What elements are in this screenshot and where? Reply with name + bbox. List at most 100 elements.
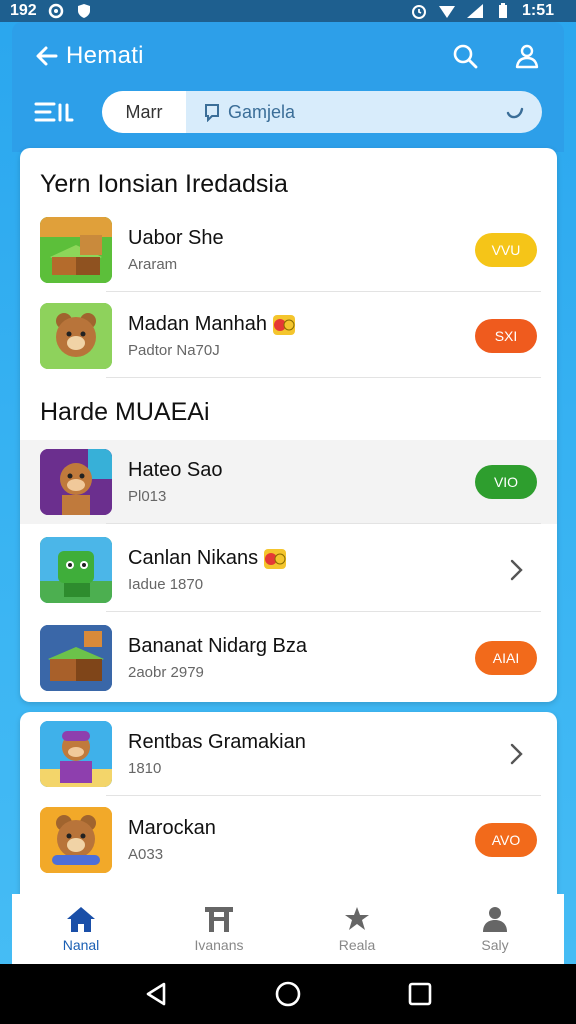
- divider: [106, 377, 541, 378]
- item-title-wrap: Canlan Nikans: [128, 547, 287, 570]
- item-action-button[interactable]: AVO: [475, 823, 537, 857]
- list-item[interactable]: Hateo Sao Pl013 VIO: [20, 440, 557, 524]
- category-segment[interactable]: Marr: [102, 91, 186, 133]
- app-bar: Hemati Marr: [12, 22, 564, 152]
- alarm-icon: [410, 2, 428, 20]
- item-title: Rentbas Gramakian: [128, 731, 306, 753]
- back-button[interactable]: [32, 41, 62, 71]
- profile-button[interactable]: [510, 39, 544, 73]
- chevron-right-icon[interactable]: [505, 558, 529, 582]
- list-item-text: Uabor She Araram: [128, 227, 224, 273]
- nav-label: Ivanans: [194, 937, 244, 953]
- list-item[interactable]: Bananat Nidarg Bza 2aobr 2979 AIAI: [20, 616, 557, 700]
- search-button[interactable]: [448, 39, 482, 73]
- nav-item-profile[interactable]: Saly: [426, 894, 564, 964]
- square-recents-icon: [408, 982, 432, 1006]
- item-title: Uabor She: [128, 227, 224, 249]
- search-input[interactable]: [228, 101, 498, 123]
- list-item-text: Hateo Sao Pl013: [128, 459, 223, 505]
- bottom-nav: Nanal Ivanans Reala Saly: [12, 894, 564, 964]
- nav-item-gate[interactable]: Ivanans: [150, 894, 288, 964]
- divider: [106, 795, 541, 796]
- item-action-button[interactable]: SXI: [475, 319, 537, 353]
- item-subtitle: Pl013: [128, 488, 167, 505]
- divider: [106, 611, 541, 612]
- sync-icon: [47, 2, 65, 20]
- monkey-game-icon: [40, 721, 112, 787]
- list-item[interactable]: Marockan A033 AVO: [20, 798, 557, 882]
- list-item-text: Rentbas Gramakian 1810: [128, 731, 306, 777]
- list-item[interactable]: Canlan Nikans Iadue 1870: [20, 528, 557, 612]
- list-item[interactable]: Rentbas Gramakian 1810: [20, 712, 557, 796]
- shield-icon: [75, 2, 93, 20]
- system-recents-button[interactable]: [400, 974, 440, 1014]
- robot-game-icon: [40, 537, 112, 603]
- nav-label: Saly: [481, 937, 509, 953]
- item-action-button[interactable]: VIO: [475, 465, 537, 499]
- item-title: Canlan Nikans: [128, 547, 259, 569]
- item-subtitle: A033: [128, 846, 164, 863]
- divider: [106, 523, 541, 524]
- item-subtitle: 1810: [128, 760, 162, 777]
- nav-label: Nanal: [62, 937, 100, 953]
- status-right: 1:51: [410, 2, 554, 20]
- item-subtitle: 2aobr 2979: [128, 664, 204, 681]
- home-icon: [67, 907, 95, 932]
- divider: [106, 291, 541, 292]
- header-actions: [448, 39, 544, 73]
- item-title: Marockan: [128, 817, 216, 839]
- list-item-text: Canlan Nikans Iadue 1870: [128, 547, 287, 593]
- item-title: Hateo Sao: [128, 459, 223, 481]
- search-icon: [453, 44, 478, 69]
- list-menu-icon: [34, 102, 74, 122]
- gate-icon: [205, 907, 233, 932]
- search-icon: [205, 104, 219, 122]
- title-row: Hemati: [12, 34, 564, 78]
- list-item-text: Bananat Nidarg Bza 2aobr 2979: [128, 635, 307, 681]
- wifi-icon: [438, 2, 456, 20]
- monkey-game-icon: [40, 449, 112, 515]
- bear-game-icon: [40, 807, 112, 873]
- crate-game-icon: [40, 217, 112, 283]
- status-time-left: 192: [10, 2, 37, 19]
- triangle-back-icon: [146, 982, 166, 1006]
- item-subtitle: Araram: [128, 256, 178, 273]
- list-item[interactable]: Madan Manhah Padtor Na70J SXI: [20, 294, 557, 378]
- item-subtitle: Padtor Na70J: [128, 342, 220, 359]
- user-icon: [483, 907, 507, 932]
- list-item[interactable]: Uabor She Araram VVU: [20, 208, 557, 292]
- search-row: Marr: [12, 90, 564, 134]
- status-time-right: 1:51: [521, 2, 554, 19]
- system-nav-bar: [0, 964, 576, 1024]
- more-games-card: Rentbas Gramakian 1810 Marockan A033 AVO: [20, 712, 557, 902]
- search-bar: Marr: [102, 91, 542, 133]
- voice-icon[interactable]: [504, 101, 526, 123]
- section-title: Harde MUAEAi: [40, 398, 210, 426]
- nav-label: Reala: [338, 937, 376, 953]
- emoji-badge-icon: [264, 548, 287, 569]
- item-title: Bananat Nidarg Bza: [128, 635, 308, 657]
- section-title: Yern Ionsian Iredadsia: [40, 170, 288, 198]
- nav-item-puzzle[interactable]: Reala: [288, 894, 426, 964]
- search-field: [186, 91, 542, 133]
- chevron-right-icon[interactable]: [505, 742, 529, 766]
- system-home-button[interactable]: [268, 974, 308, 1014]
- item-action-button[interactable]: AIAI: [475, 641, 537, 675]
- circle-home-icon: [275, 981, 301, 1007]
- puzzle-icon: [345, 907, 369, 930]
- status-bar: 192 1:51: [0, 0, 576, 22]
- menu-button[interactable]: [34, 95, 78, 129]
- system-back-button[interactable]: [136, 974, 176, 1014]
- battery-icon: [494, 2, 512, 20]
- user-icon: [515, 44, 539, 69]
- games-card: Yern Ionsian Iredadsia Uabor She Araram …: [20, 148, 557, 702]
- emoji-badge-icon: [272, 314, 295, 335]
- status-left: 192: [10, 2, 93, 20]
- signal-icon: [466, 2, 484, 20]
- list-item-text: Madan Manhah Padtor Na70J: [128, 313, 295, 359]
- item-action-button[interactable]: VVU: [475, 233, 537, 267]
- bear-game-icon: [40, 303, 112, 369]
- item-title: Madan Manhah: [128, 313, 267, 335]
- nav-item-home[interactable]: Nanal: [12, 894, 150, 964]
- item-subtitle: Iadue 1870: [128, 576, 204, 593]
